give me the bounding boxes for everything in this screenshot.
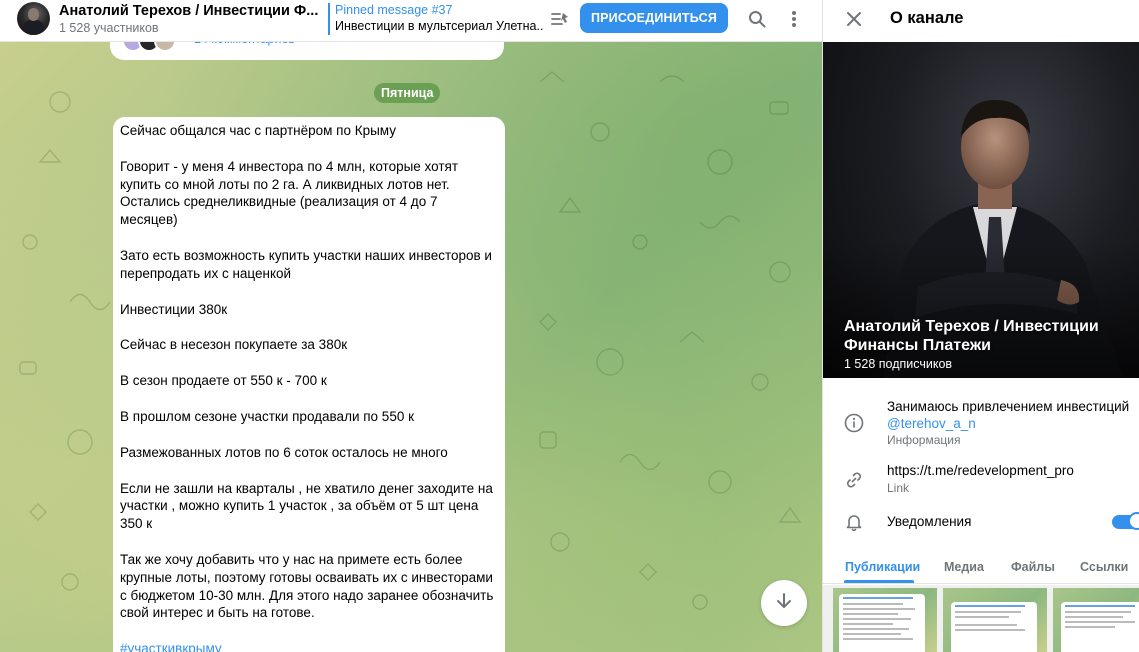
- channel-info-panel: О канале Анатолий Терехов / Инвестиции Ф…: [822, 0, 1139, 652]
- arrow-down-icon: [774, 591, 794, 616]
- thumbnail-card: [1061, 602, 1139, 652]
- post-paragraph: В прошлом сезоне участки продавали по 55…: [120, 408, 414, 424]
- post-paragraph: Говорит - у меня 4 инвестора по 4 млн, к…: [120, 158, 459, 228]
- publication-thumbnail[interactable]: [1053, 588, 1139, 652]
- post-paragraph: Если не зашли на кварталы , не хватило д…: [120, 480, 493, 532]
- post-paragraph: Сейчас общался час с партнёром по Крыму: [120, 123, 396, 138]
- pinned-message-text: Инвестиции в мультсериал Улетна...: [335, 19, 543, 33]
- info-icon: [843, 412, 865, 434]
- thumbnail-card: [951, 602, 1037, 652]
- date-divider: Пятница: [374, 83, 441, 103]
- notifications-label: Уведомления: [887, 514, 972, 529]
- more-vertical-icon[interactable]: [783, 8, 805, 30]
- link-icon: [843, 469, 865, 491]
- channel-title[interactable]: Анатолий Терехов / Инвестиции Ф...: [59, 3, 318, 19]
- pinned-list-icon[interactable]: [549, 8, 571, 30]
- shared-media-tabs: Публикации Медиа Файлы Ссылки: [823, 556, 1139, 584]
- channel-avatar[interactable]: [17, 2, 50, 35]
- channel-post[interactable]: Сейчас общался час с партнёром по Крыму …: [113, 117, 505, 652]
- channel-cover-photo[interactable]: Анатолий Терехов / Инвестиции Финансы Пл…: [823, 42, 1139, 378]
- tab-media[interactable]: Медиа: [944, 560, 984, 574]
- notifications-row[interactable]: Уведомления: [823, 505, 1139, 539]
- bell-icon: [843, 511, 865, 533]
- post-paragraph: Инвестиции 380к: [120, 301, 228, 317]
- channel-link[interactable]: https://t.me/redevelopment_pro: [887, 463, 1074, 478]
- channel-username-link[interactable]: @terehov_a_n: [887, 416, 976, 431]
- post-paragraph: В сезон продаете от 550 к - 700 к: [120, 373, 327, 389]
- channel-member-count: 1 528 участников: [59, 21, 159, 35]
- tab-publications[interactable]: Публикации: [845, 560, 920, 574]
- pinned-message-label: Pinned message #37: [335, 3, 453, 17]
- channel-description-row[interactable]: Занимаюсь привлечением инвестиций @tereh…: [823, 395, 1139, 447]
- chat-column: Анатолий Терехов / Инвестиции Ф... 1 528…: [0, 0, 822, 652]
- active-tab-indicator: [844, 580, 914, 583]
- panel-title: О канале: [890, 9, 964, 27]
- publication-thumbnail[interactable]: [833, 588, 937, 652]
- search-icon[interactable]: [746, 8, 768, 30]
- channel-link-row[interactable]: https://t.me/redevelopment_pro Link: [823, 460, 1139, 496]
- chat-header: Анатолий Терехов / Инвестиции Ф... 1 528…: [0, 0, 822, 42]
- post-paragraph: Сейчас в несезон покупаете за 380к: [120, 337, 348, 353]
- join-channel-button[interactable]: ПРИСОЕДИНИТЬСЯ: [580, 3, 728, 33]
- panel-header: О канале: [823, 0, 1139, 42]
- post-paragraph: Размежованных лотов по 6 соток осталось …: [120, 444, 448, 460]
- link-caption: Link: [887, 481, 910, 495]
- close-icon[interactable]: [843, 8, 865, 30]
- info-caption: Информация: [887, 433, 961, 447]
- pinned-message-bar[interactable]: Pinned message #37 Инвестиции в мультсер…: [328, 3, 543, 35]
- publications-grid: [823, 585, 1139, 652]
- scroll-to-bottom-button[interactable]: [761, 580, 807, 626]
- hashtag-link[interactable]: #участкивкрыму: [120, 640, 496, 652]
- publication-thumbnail[interactable]: [943, 588, 1047, 652]
- channel-description: Занимаюсь привлечением инвестиций: [887, 399, 1130, 414]
- tab-links[interactable]: Ссылки: [1080, 560, 1128, 574]
- channel-name: Анатолий Терехов / Инвестиции Финансы Пл…: [844, 318, 1099, 354]
- subscriber-count: 1 528 подписчиков: [844, 357, 953, 371]
- notifications-toggle[interactable]: [1112, 512, 1139, 530]
- thumbnail-card: [839, 594, 925, 652]
- tab-files[interactable]: Файлы: [1011, 560, 1055, 574]
- post-paragraph: Зато есть возможность купить участки наш…: [120, 247, 492, 281]
- post-paragraph: Так же хочу добавить что у нас на примет…: [120, 551, 494, 621]
